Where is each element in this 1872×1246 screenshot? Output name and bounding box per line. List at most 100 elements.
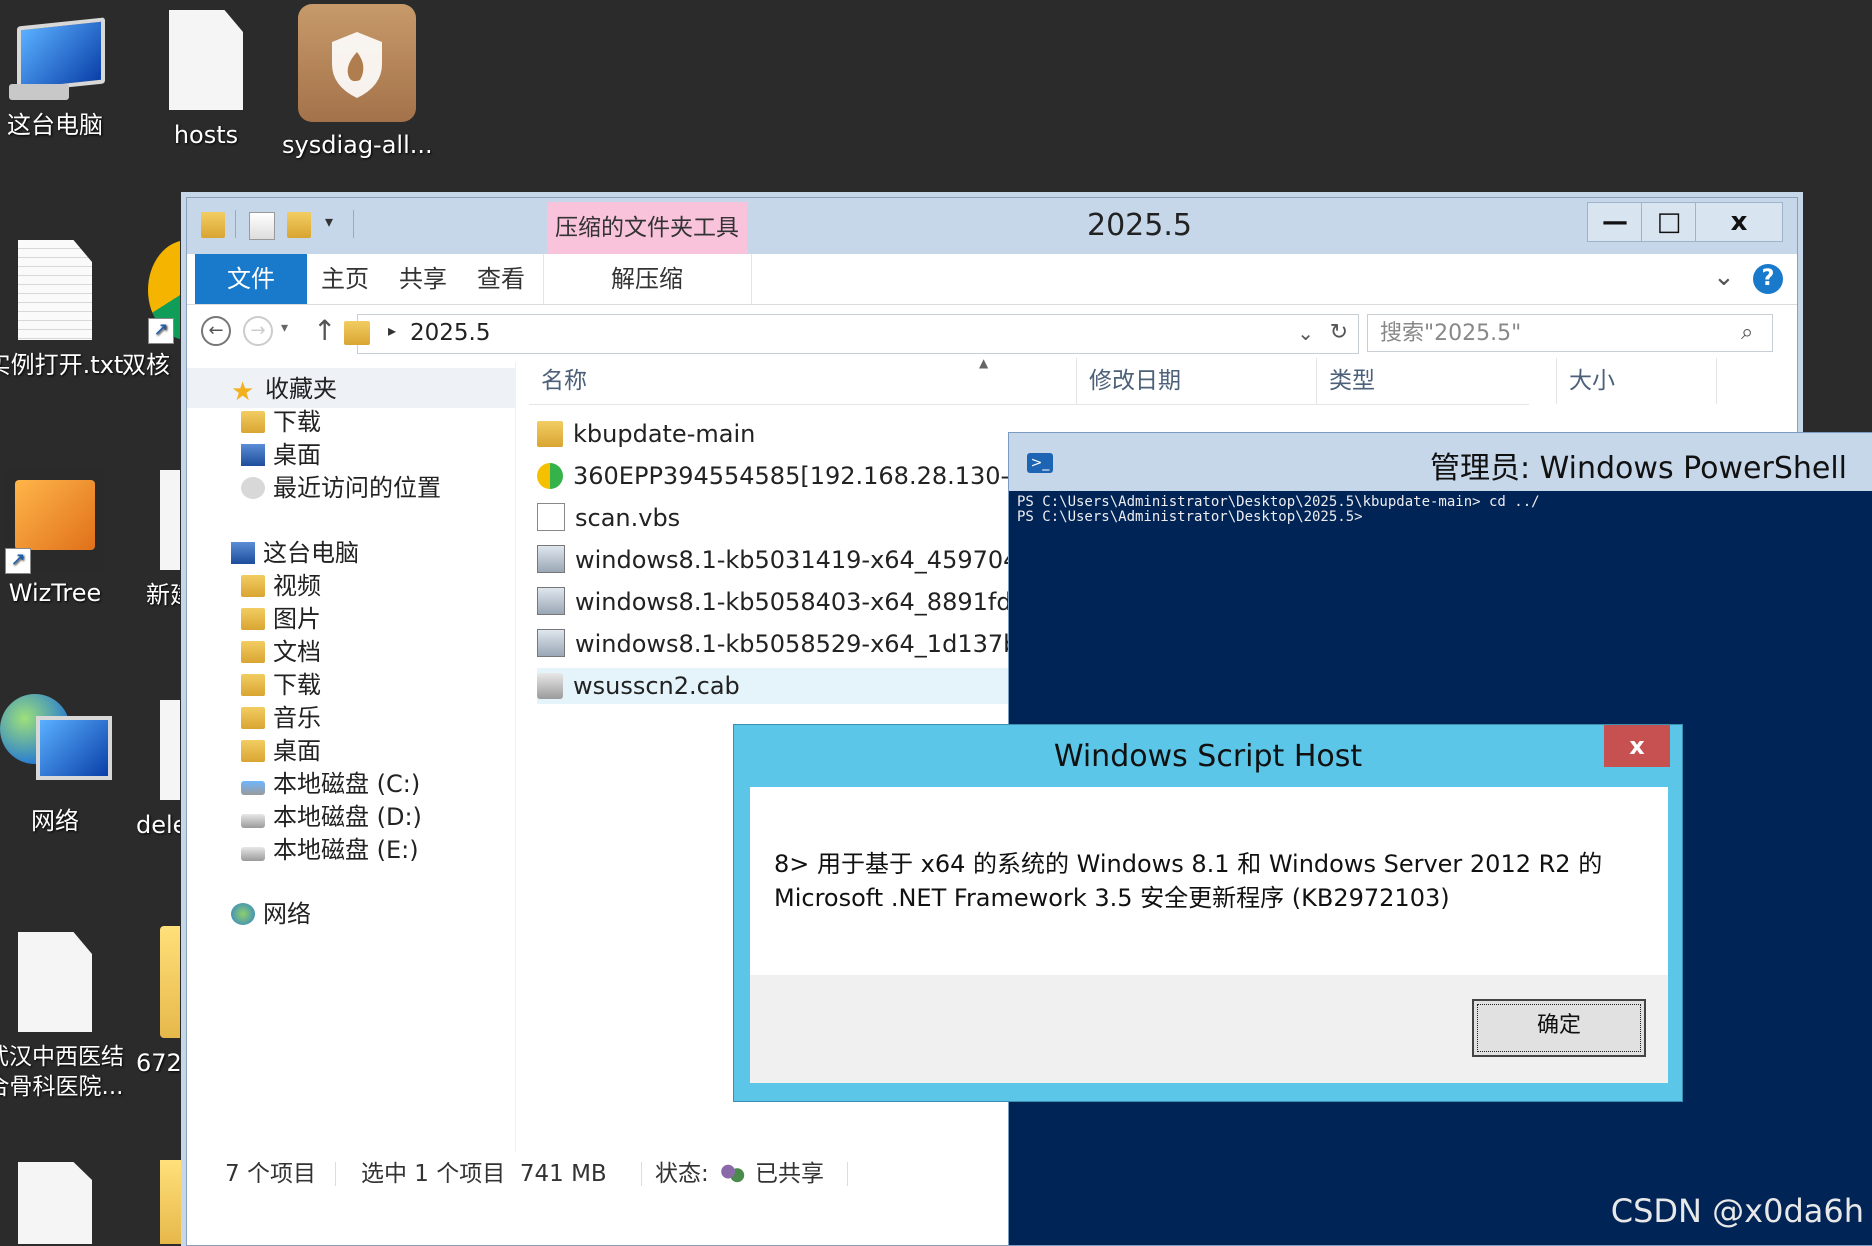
dialog-title: Windows Script Host: [1053, 739, 1363, 774]
nav-documents[interactable]: 文档: [241, 635, 321, 669]
nav-label: 图片: [273, 605, 321, 633]
context-tab-compressed-folder-tools[interactable]: 压缩的文件夹工具: [547, 202, 747, 254]
selection-info: 选中 1 个项目 741 MB: [361, 1161, 607, 1187]
nav-favorites[interactable]: ★ 收藏夹: [231, 372, 337, 407]
desktop-file-icon-partial[interactable]: [18, 1162, 92, 1244]
address-dropdown-icon[interactable]: ⌄: [1297, 317, 1314, 349]
nav-drive-c[interactable]: 本地磁盘 (C:): [241, 767, 420, 801]
nav-label: 下载: [273, 408, 321, 436]
shared-users-icon: [719, 1162, 745, 1186]
forward-icon[interactable]: →: [243, 316, 273, 346]
nav-favorites-desktop[interactable]: 桌面: [241, 438, 321, 472]
videos-folder-icon: [241, 575, 265, 597]
console-line: PS C:\Users\Administrator\Desktop\2025.5…: [1017, 494, 1540, 510]
address-bar[interactable]: ▸ 2025.5 ⌄ ↻: [344, 314, 1359, 354]
nav-label: 本地磁盘 (E:): [273, 836, 419, 864]
recent-locations-dropdown-icon[interactable]: ▾: [281, 320, 288, 336]
folder-icon: [537, 421, 563, 447]
search-icon[interactable]: ⌕: [1741, 320, 1753, 345]
powershell-title-bar[interactable]: >_ 管理员: Windows PowerShell: [1009, 433, 1872, 491]
back-icon[interactable]: ←: [201, 316, 231, 346]
tab-home[interactable]: 主页: [311, 254, 379, 304]
quick-access-divider: [353, 210, 354, 238]
expand-ribbon-icon[interactable]: ⌄: [1713, 262, 1735, 292]
nav-network[interactable]: 网络: [231, 897, 311, 931]
dialog-message: 8> 用于基于 x64 的系统的 Windows 8.1 和 Windows S…: [774, 847, 1634, 915]
breadcrumb-current[interactable]: 2025.5: [410, 317, 490, 349]
nav-drive-e[interactable]: 本地磁盘 (E:): [241, 833, 419, 867]
desktop-icon-label: sysdiag-all...: [282, 131, 433, 159]
explorer-title-bar[interactable]: ▾ 压缩的文件夹工具 2025.5 — □ x: [187, 198, 1797, 254]
desktop-icon-sysdiag[interactable]: sysdiag-all...: [282, 4, 433, 160]
tab-extract[interactable]: 解压缩: [547, 254, 747, 304]
properties-icon[interactable]: [249, 212, 275, 240]
desktop-icon-this-pc[interactable]: 这台电脑: [0, 17, 130, 140]
nav-label: 本地磁盘 (D:): [273, 803, 422, 831]
tab-view[interactable]: 查看: [467, 254, 535, 304]
new-folder-icon[interactable]: [287, 212, 311, 238]
nav-label: 视频: [273, 572, 321, 600]
maximize-button[interactable]: □: [1641, 202, 1697, 242]
nav-downloads[interactable]: 下载: [241, 668, 321, 702]
nav-desktop[interactable]: 桌面: [241, 734, 321, 768]
cab-icon: [537, 673, 563, 699]
desktop-icon-wuhan[interactable]: 武汉中西医结合骨科医院...: [0, 932, 130, 1102]
desktop-icon-new[interactable]: 新建: [120, 470, 180, 610]
message-line: Microsoft .NET Framework 3.5 安全更新程序 (KB2…: [774, 884, 1450, 912]
computer-icon: [231, 542, 255, 564]
column-header-name[interactable]: 名称: [529, 358, 1077, 404]
nav-this-pc[interactable]: 这台电脑: [231, 536, 359, 570]
desktop-icon-browser[interactable]: ↗ 双核: [100, 240, 180, 380]
tab-file[interactable]: 文件: [195, 254, 307, 304]
nav-videos[interactable]: 视频: [241, 569, 321, 603]
customize-dropdown-icon[interactable]: ▾: [325, 212, 333, 231]
column-header-modified[interactable]: 修改日期: [1077, 358, 1317, 404]
share-state-value: 已共享: [755, 1161, 824, 1187]
column-headers: 名称 修改日期 类型 大小: [529, 358, 1717, 405]
ok-button[interactable]: 确定: [1472, 999, 1646, 1057]
wsh-dialog[interactable]: Windows Script Host x 8> 用于基于 x64 的系统的 W…: [733, 724, 1683, 1102]
up-icon[interactable]: ↑: [313, 314, 336, 347]
desktop-icon-dele[interactable]: dele: [120, 700, 180, 840]
nav-pictures[interactable]: 图片: [241, 602, 321, 636]
drive-icon: [241, 814, 265, 828]
window-title: 2025.5: [1087, 208, 1192, 243]
item-count: 7 个项目: [225, 1161, 316, 1187]
nav-label: 文档: [273, 638, 321, 666]
refresh-icon[interactable]: ↻: [1330, 317, 1348, 349]
file-icon: [160, 470, 180, 570]
help-icon[interactable]: ?: [1753, 264, 1783, 294]
nav-favorites-downloads[interactable]: 下载: [241, 405, 321, 439]
dialog-body: 8> 用于基于 x64 的系统的 Windows 8.1 和 Windows S…: [750, 787, 1668, 1083]
desktop-icon-hosts[interactable]: hosts: [131, 10, 281, 150]
close-button[interactable]: x: [1604, 725, 1670, 767]
message-area: 8> 用于基于 x64 的系统的 Windows 8.1 和 Windows S…: [750, 787, 1668, 975]
msu-icon: [537, 587, 565, 615]
pictures-folder-icon: [241, 608, 265, 630]
file-name: windows8.1-kb5031419-x64_459704: [575, 546, 1019, 574]
tab-share[interactable]: 共享: [389, 254, 457, 304]
nav-drive-d[interactable]: 本地磁盘 (D:): [241, 800, 422, 834]
downloads-folder-icon: [241, 411, 265, 433]
message-line: 8> 用于基于 x64 的系统的 Windows 8.1 和 Windows S…: [774, 850, 1603, 878]
column-header-type[interactable]: 类型: [1317, 358, 1557, 404]
desktop-folder-icon-partial[interactable]: [160, 1160, 186, 1244]
shortcut-arrow-icon: ↗: [5, 548, 31, 574]
file-name: kbupdate-main: [573, 420, 756, 448]
address-row: ← → ▾ ↑ ▸ 2025.5 ⌄ ↻ 搜索"2025.5" ⌕: [187, 306, 1797, 358]
desktop-icon-672[interactable]: 672: [120, 926, 180, 1078]
installer-icon: [298, 4, 416, 122]
minimize-button[interactable]: —: [1587, 202, 1643, 242]
file-name: windows8.1-kb5058403-x64_8891fdf: [575, 588, 1021, 616]
ribbon-divider: [751, 254, 752, 304]
column-header-size[interactable]: 大小: [1557, 358, 1717, 404]
nav-music[interactable]: 音乐: [241, 701, 321, 735]
desktop-icon-wiztree[interactable]: ↗ WizTree: [0, 470, 130, 608]
msu-icon: [537, 545, 565, 573]
desktop-icon-label: 新建: [146, 581, 180, 609]
search-input[interactable]: 搜索"2025.5": [1367, 314, 1773, 352]
console-output[interactable]: PS C:\Users\Administrator\Desktop\2025.5…: [1017, 495, 1540, 525]
desktop-icon-network[interactable]: 网络: [0, 694, 130, 836]
nav-favorites-recent[interactable]: 最近访问的位置: [241, 471, 441, 505]
close-button[interactable]: x: [1695, 202, 1783, 242]
